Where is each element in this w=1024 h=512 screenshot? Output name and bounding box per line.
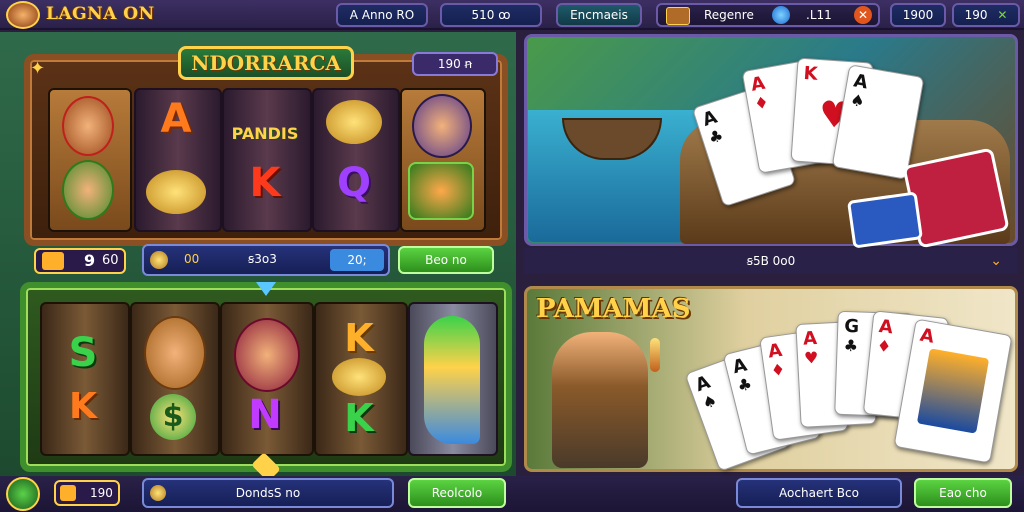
reel-b-symbol-s: S	[68, 330, 98, 376]
black-hat-symbol	[412, 94, 472, 158]
events-pill[interactable]: Encmaeis	[556, 3, 642, 27]
explorer-character	[552, 332, 648, 468]
play-button[interactable]: Reolcolo	[408, 478, 506, 508]
deposit-label: DondsS no	[235, 486, 301, 500]
currency-pill-2[interactable]: 510 ꝏ	[440, 3, 542, 27]
cowboy-symbol	[62, 96, 114, 156]
bet-control[interactable]: 9 60	[34, 248, 126, 274]
bonus-label: Regenre	[704, 8, 754, 22]
deposit-bar[interactable]: DondsS no	[142, 478, 394, 508]
reel-b-symbol-n: N	[248, 392, 282, 438]
slot-badge[interactable]: 190 ꞥ	[412, 52, 498, 76]
close-icon[interactable]: ✕	[854, 6, 872, 24]
gems-text: 190	[964, 8, 988, 22]
reel-b-symbol-k1: K	[69, 386, 97, 427]
coins-pill[interactable]: 1900	[890, 3, 946, 27]
coin-icon	[150, 251, 168, 269]
bonus-bar[interactable]: Regenre .L11 ✕	[656, 3, 880, 27]
game-logo-text: LAGNA ON	[46, 4, 155, 24]
power-icon[interactable]	[6, 477, 40, 511]
spin-button[interactable]: Beo no	[398, 246, 494, 274]
gems-pill[interactable]: 190 ✕	[952, 3, 1020, 27]
bet-value: 9	[84, 251, 96, 270]
action-bar[interactable]: Aochaert Bco	[736, 478, 902, 508]
credit-value: 190	[90, 486, 113, 500]
pointer-icon	[256, 282, 276, 296]
confirm-button[interactable]: Eao cho	[914, 478, 1012, 508]
torch-icon	[650, 338, 660, 372]
reel-b1	[40, 302, 130, 456]
chevron-down-icon[interactable]: ⌄	[990, 248, 1002, 274]
palm-symbol	[424, 316, 480, 444]
card-top-footer-text: ꞩ5B 0o0	[746, 254, 796, 268]
card-panel-title: PAMAMAS	[536, 294, 691, 324]
reel-b-symbol-k2: K	[344, 316, 374, 360]
reel-b-symbol-k3: K	[344, 396, 374, 440]
explorer-symbol	[144, 316, 206, 390]
coin-stack-icon	[60, 485, 76, 501]
coin-pot-symbol-2	[326, 100, 382, 144]
coin-icon-bottom	[150, 485, 166, 501]
green-hat-symbol	[62, 160, 114, 220]
win-left: 00	[184, 252, 200, 266]
card-art	[916, 348, 990, 434]
dollar-coin-symbol	[332, 358, 386, 396]
pirate-symbol	[234, 318, 300, 392]
reel-b-symbol-coin: $	[150, 394, 196, 440]
reel-symbol-q: Q	[336, 160, 371, 206]
bet-small: 60	[102, 253, 119, 268]
win-right: 20;	[330, 249, 384, 271]
reel-symbol-k: K	[249, 160, 281, 206]
credit-box[interactable]: 190	[54, 480, 120, 506]
slot-title: NDORRARCA	[178, 46, 354, 80]
face-card-stack	[847, 191, 923, 249]
globe-icon	[772, 6, 790, 24]
win-bar: 00 ꞩ3o3 20;	[142, 244, 390, 276]
coin-pot-symbol	[146, 170, 206, 214]
arrow-icon	[42, 252, 64, 270]
level-text: .L11	[806, 8, 832, 22]
star-icon: ✦	[30, 58, 46, 79]
card-top-footer: ꞩ5B 0o0 ⌄	[524, 248, 1018, 274]
reel-symbol-a: A	[160, 96, 192, 142]
leaf-symbol	[408, 162, 474, 220]
chest-icon	[666, 7, 690, 25]
reel-symbol-pandis: PANDIS	[231, 124, 299, 143]
top-bar: LAGNA ON A Anno RO 510 ꝏ Encmaeis Regenr…	[0, 0, 1024, 30]
avatar[interactable]	[6, 1, 40, 29]
win-mid: ꞩ3o3	[248, 252, 277, 266]
tools-icon: ✕	[997, 8, 1008, 22]
currency-pill-1[interactable]: A Anno RO	[336, 3, 428, 27]
